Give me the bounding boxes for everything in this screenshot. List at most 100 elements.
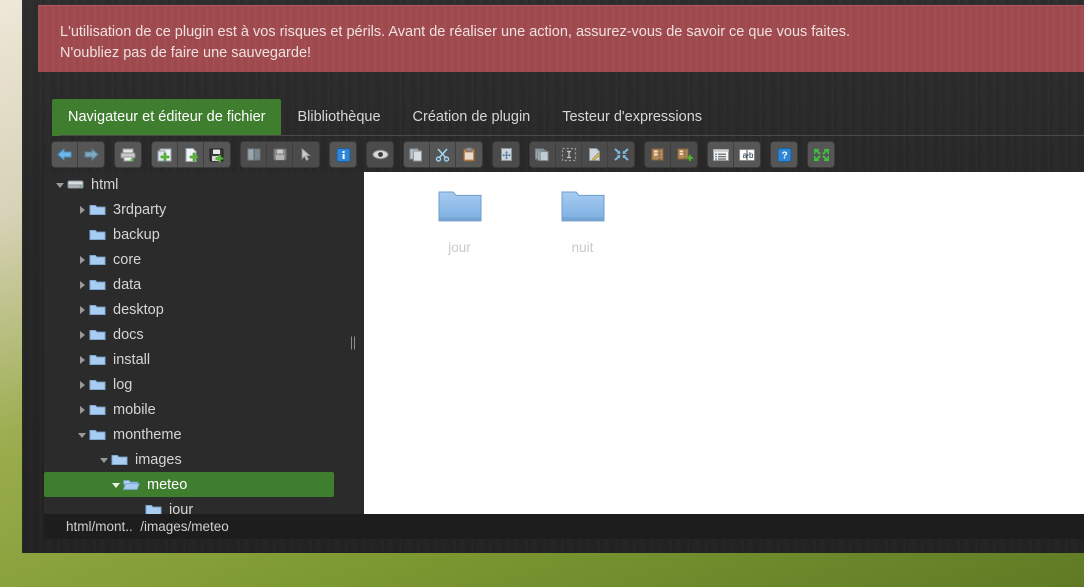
twisty-none xyxy=(76,228,89,241)
file-item-nuit[interactable]: nuit xyxy=(521,186,644,255)
twisty-closed-icon[interactable] xyxy=(76,378,89,391)
status-bar: html/mont.. /images/meteo xyxy=(44,514,1084,539)
tree-item-label: data xyxy=(113,276,142,293)
tree-item-backup[interactable]: backup xyxy=(44,222,342,247)
file-browser-panel[interactable]: jour nuit xyxy=(364,172,1084,514)
toolbar-group-help: ? xyxy=(771,142,797,167)
forward-arrow-icon[interactable] xyxy=(78,142,104,167)
file-grid: jour nuit xyxy=(398,186,1084,255)
twisty-open-icon[interactable] xyxy=(76,428,89,441)
twisty-closed-icon[interactable] xyxy=(76,328,89,341)
warning-banner: L'utilisation de ce plugin est à vos ris… xyxy=(38,5,1084,72)
fullscreen-icon[interactable] xyxy=(808,142,834,167)
tree-item-install[interactable]: install xyxy=(44,347,342,372)
help-icon[interactable]: ? xyxy=(771,142,797,167)
archive-add-icon[interactable] xyxy=(671,142,697,167)
printer-icon[interactable] xyxy=(115,142,141,167)
tree-item-montheme[interactable]: montheme xyxy=(44,422,342,447)
toolbar-group-view: a b xyxy=(708,142,760,167)
tree-item-images[interactable]: images xyxy=(44,447,342,472)
tree-item-core[interactable]: core xyxy=(44,247,342,272)
file-item-jour[interactable]: jour xyxy=(398,186,521,255)
tree-item-html[interactable]: html xyxy=(44,172,342,197)
toolbar-group-print xyxy=(115,142,141,167)
twisty-open-icon[interactable] xyxy=(54,178,67,191)
twisty-open-icon[interactable] xyxy=(98,453,111,466)
tree-item-docs[interactable]: docs xyxy=(44,322,342,347)
save-add-icon[interactable] xyxy=(204,142,230,167)
toolbar-group-clipboard xyxy=(404,142,482,167)
twisty-closed-icon[interactable] xyxy=(76,303,89,316)
eye-icon[interactable] xyxy=(367,142,393,167)
folder-icon xyxy=(89,253,106,266)
tree-item-jour[interactable]: jour xyxy=(44,497,342,514)
svg-text:b: b xyxy=(749,151,754,160)
tree-item-mobile[interactable]: mobile xyxy=(44,397,342,422)
tree-item-label: html xyxy=(91,176,119,193)
cut-scissors-icon[interactable] xyxy=(430,142,456,167)
tab-bibliotheque[interactable]: Blibliothèque xyxy=(281,99,396,136)
folder-icon xyxy=(89,303,106,316)
file-item-label: nuit xyxy=(571,240,594,255)
book-icon[interactable] xyxy=(241,142,267,167)
new-file-icon[interactable] xyxy=(178,142,204,167)
list-icon[interactable] xyxy=(708,142,734,167)
tab-testeur-d-expressions[interactable]: Testeur d'expressions xyxy=(546,99,718,136)
folder-icon xyxy=(89,278,106,291)
twisty-closed-icon[interactable] xyxy=(76,353,89,366)
select-all-icon[interactable] xyxy=(556,142,582,167)
folder-icon xyxy=(111,453,128,466)
work-area: html 3rdparty backup core data desktop d… xyxy=(44,172,1084,514)
tree-item-3rdparty[interactable]: 3rdparty xyxy=(44,197,342,222)
splitter-grip[interactable] xyxy=(351,336,355,350)
tree-item-log[interactable]: log xyxy=(44,372,342,397)
copy-icon[interactable] xyxy=(404,142,430,167)
duplicate-icon[interactable] xyxy=(530,142,556,167)
folder-icon xyxy=(89,203,106,216)
twisty-closed-icon[interactable] xyxy=(76,278,89,291)
file-item-label: jour xyxy=(448,240,471,255)
twisty-closed-icon[interactable] xyxy=(76,253,89,266)
warning-line-2: N'oubliez pas de faire une sauvegarde! xyxy=(60,45,312,61)
twisty-open-icon[interactable] xyxy=(110,478,123,491)
panel-splitter[interactable] xyxy=(342,172,364,514)
translate-icon[interactable]: a b xyxy=(734,142,760,167)
toolbar-group-move xyxy=(493,142,519,167)
twisty-closed-icon[interactable] xyxy=(76,403,89,416)
toolbar: a b ? xyxy=(52,139,1084,170)
file-tree-panel[interactable]: html 3rdparty backup core data desktop d… xyxy=(44,172,342,514)
save-icon[interactable] xyxy=(267,142,293,167)
tree-item-label: montheme xyxy=(113,426,182,443)
toolbar-group-archive xyxy=(645,142,697,167)
move-file-icon[interactable] xyxy=(493,142,519,167)
twisty-closed-icon[interactable] xyxy=(76,203,89,216)
new-folder-icon[interactable] xyxy=(152,142,178,167)
archive-icon[interactable] xyxy=(645,142,671,167)
tree-item-desktop[interactable]: desktop xyxy=(44,297,342,322)
rename-icon[interactable] xyxy=(582,142,608,167)
tree-item-meteo[interactable]: meteo xyxy=(44,472,334,497)
tab-creation-de-plugin[interactable]: Création de plugin xyxy=(397,99,547,136)
application-window: L'utilisation de ce plugin est à vos ris… xyxy=(22,0,1084,553)
warning-line-1: L'utilisation de ce plugin est à vos ris… xyxy=(60,24,850,40)
tree-item-data[interactable]: data xyxy=(44,272,342,297)
collapse-icon[interactable] xyxy=(608,142,634,167)
folder-icon xyxy=(559,186,607,231)
tree-item-label: install xyxy=(113,351,151,368)
tree-item-label: backup xyxy=(113,226,160,243)
info-icon[interactable] xyxy=(330,142,356,167)
toolbar-group-fullscreen xyxy=(808,142,834,167)
folder-icon xyxy=(145,503,162,514)
folder-icon xyxy=(89,228,106,241)
folder-icon xyxy=(436,186,484,231)
tab-navigateur-et-editeur-de-fichier[interactable]: Navigateur et éditeur de fichier xyxy=(52,99,282,136)
drive-icon xyxy=(67,178,84,191)
paste-clipboard-icon[interactable] xyxy=(456,142,482,167)
toolbar-group-edit xyxy=(530,142,634,167)
tree-item-label: 3rdparty xyxy=(113,201,167,218)
back-arrow-icon[interactable] xyxy=(52,142,78,167)
tab-bar: Navigateur et éditeur de fichier Bliblio… xyxy=(30,96,1084,136)
tree-item-label: docs xyxy=(113,326,144,343)
cursor-icon[interactable] xyxy=(293,142,319,167)
folder-icon xyxy=(89,328,106,341)
